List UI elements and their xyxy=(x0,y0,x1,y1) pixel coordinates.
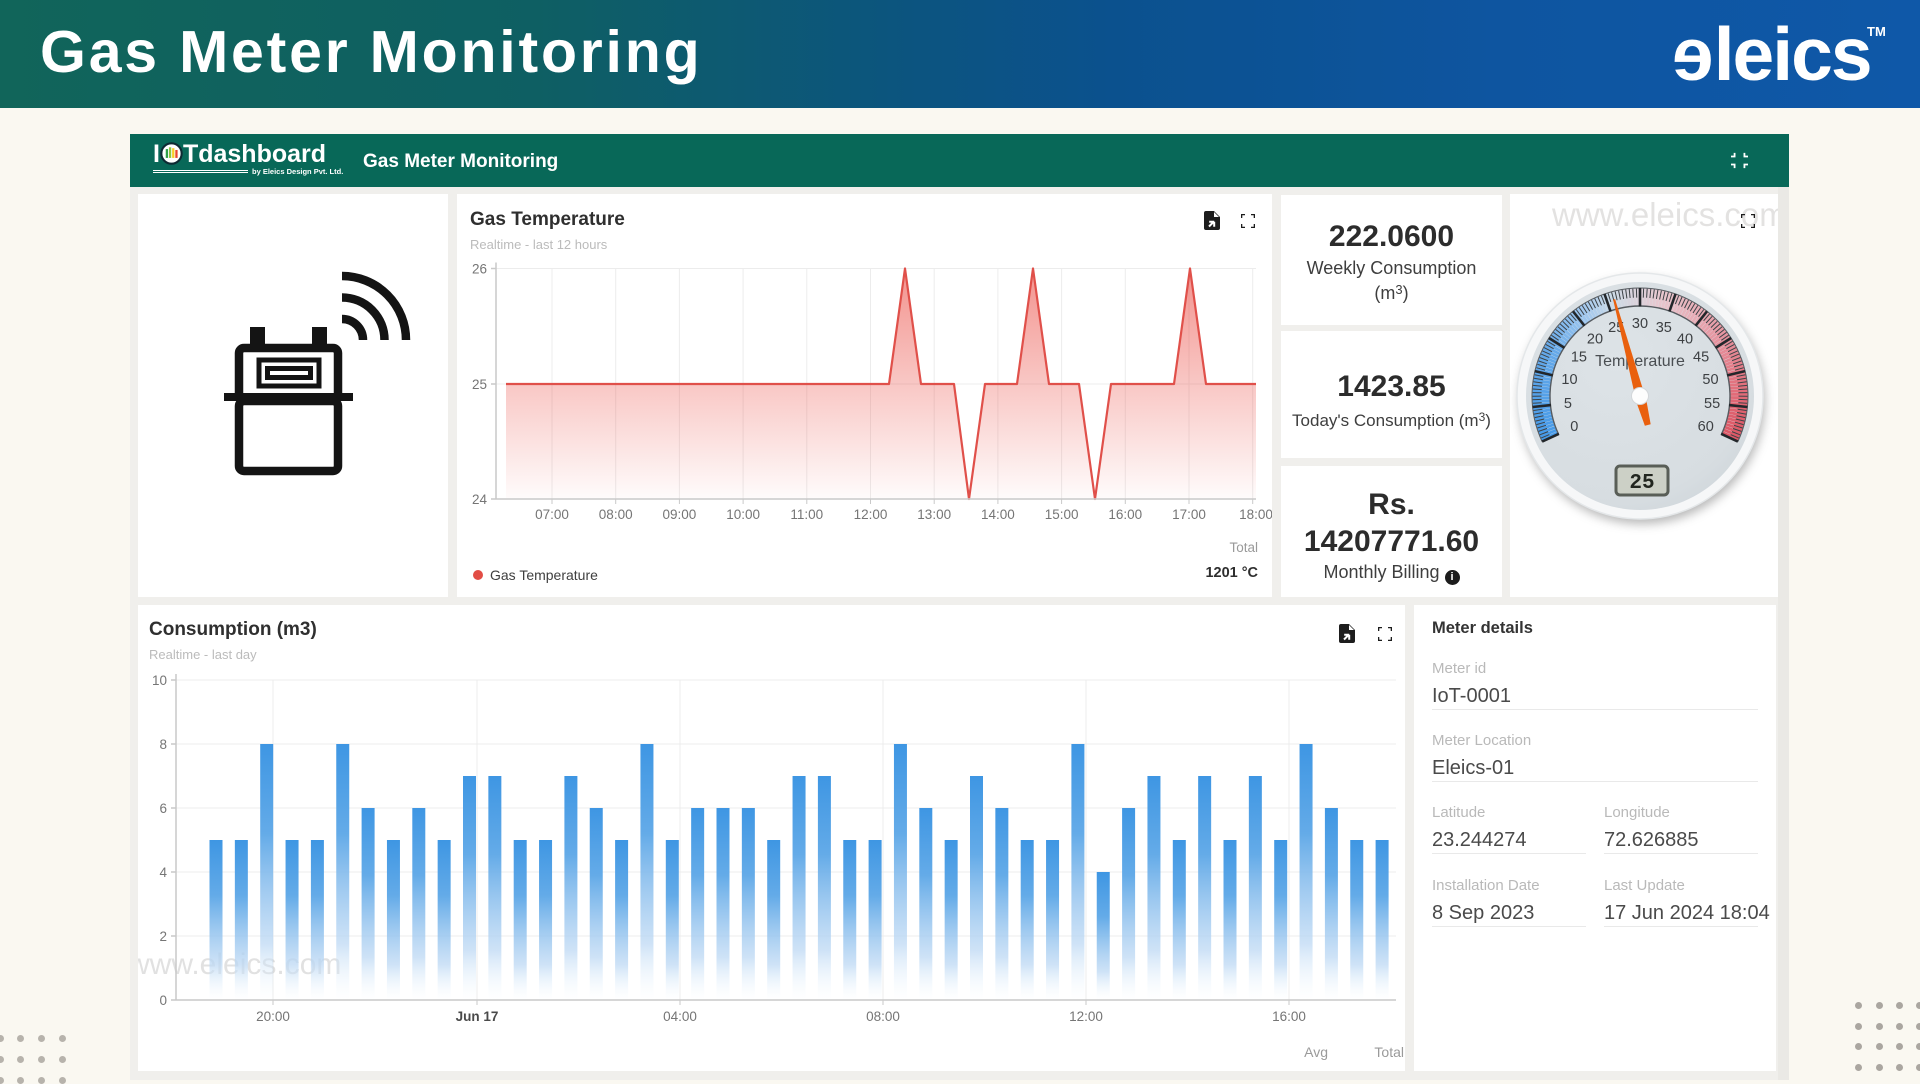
svg-text:2: 2 xyxy=(159,929,167,944)
svg-text:35: 35 xyxy=(1656,320,1672,336)
svg-text:16:00: 16:00 xyxy=(1272,1009,1306,1024)
svg-text:0: 0 xyxy=(159,993,167,1008)
svg-text:15: 15 xyxy=(1571,350,1587,366)
svg-text:24: 24 xyxy=(472,492,488,507)
svg-text:07:00: 07:00 xyxy=(535,507,569,522)
svg-text:25: 25 xyxy=(1629,472,1654,495)
svg-text:5: 5 xyxy=(1564,396,1572,412)
svg-text:12:00: 12:00 xyxy=(854,507,888,522)
svg-text:20: 20 xyxy=(1587,332,1603,348)
svg-text:17:00: 17:00 xyxy=(1172,507,1206,522)
svg-text:25: 25 xyxy=(472,377,487,392)
svg-text:13:00: 13:00 xyxy=(917,507,951,522)
svg-text:30: 30 xyxy=(1632,316,1648,332)
svg-text:Temperature: Temperature xyxy=(1595,353,1685,370)
svg-text:6: 6 xyxy=(159,801,167,816)
svg-text:Gas Temperature: Gas Temperature xyxy=(490,567,598,583)
svg-text:50: 50 xyxy=(1702,372,1718,388)
svg-text:1201 °C: 1201 °C xyxy=(1205,565,1258,581)
svg-text:11:00: 11:00 xyxy=(790,507,823,522)
svg-text:14:00: 14:00 xyxy=(981,507,1015,522)
svg-text:09:00: 09:00 xyxy=(663,507,697,522)
svg-text:Jun 17: Jun 17 xyxy=(456,1009,499,1024)
svg-text:Total: Total xyxy=(1374,1044,1404,1060)
svg-text:Avg: Avg xyxy=(1304,1044,1328,1060)
svg-text:18:00: 18:00 xyxy=(1239,507,1272,522)
svg-text:0: 0 xyxy=(1570,419,1578,435)
svg-text:08:00: 08:00 xyxy=(866,1009,900,1024)
svg-text:4: 4 xyxy=(159,865,167,880)
svg-text:04:00: 04:00 xyxy=(663,1009,697,1024)
svg-text:16:00: 16:00 xyxy=(1108,507,1142,522)
svg-text:08:00: 08:00 xyxy=(599,507,633,522)
svg-text:60: 60 xyxy=(1698,419,1714,435)
svg-text:10:00: 10:00 xyxy=(726,507,760,522)
svg-text:15:00: 15:00 xyxy=(1045,507,1079,522)
svg-text:8: 8 xyxy=(159,737,167,752)
svg-text:12:00: 12:00 xyxy=(1069,1009,1103,1024)
svg-text:45: 45 xyxy=(1693,350,1709,366)
svg-text:20:00: 20:00 xyxy=(256,1009,290,1024)
svg-text:55: 55 xyxy=(1704,396,1720,412)
svg-text:26: 26 xyxy=(472,262,487,277)
svg-text:10: 10 xyxy=(1561,372,1577,388)
svg-text:10: 10 xyxy=(152,673,167,688)
svg-text:Total: Total xyxy=(1229,540,1258,555)
svg-text:40: 40 xyxy=(1677,332,1693,348)
